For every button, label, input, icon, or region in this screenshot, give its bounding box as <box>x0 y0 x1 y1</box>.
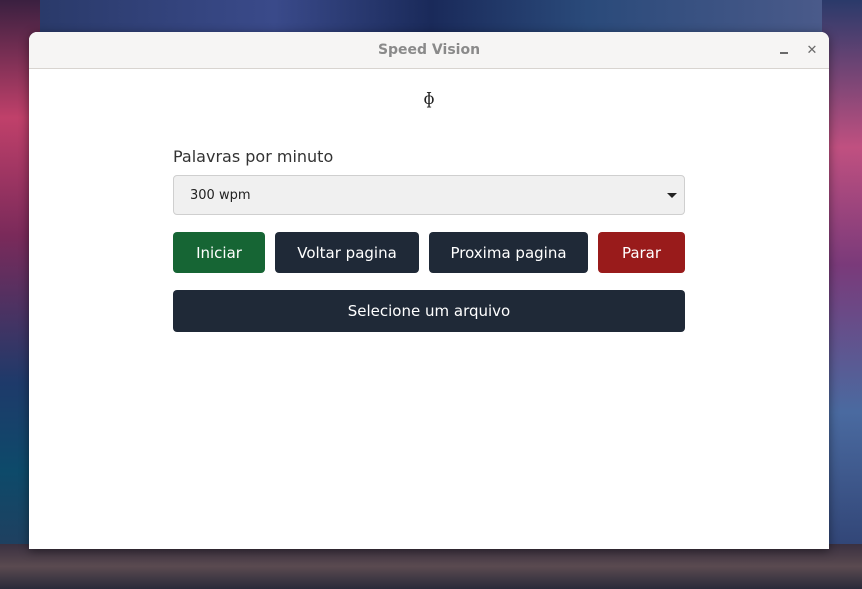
caret-down-icon <box>667 193 677 198</box>
title-bar[interactable]: Speed Vision ✕ <box>29 32 829 69</box>
start-button[interactable]: Iniciar <box>173 232 265 273</box>
app-window: Speed Vision ✕ ɸ Palavras por minuto 300… <box>29 32 829 549</box>
reader-form: Palavras por minuto 300 wpm Iniciar Volt… <box>173 147 685 332</box>
next-page-button[interactable]: Proxima pagina <box>429 232 588 273</box>
previous-page-button[interactable]: Voltar pagina <box>275 232 419 273</box>
app-logo: ɸ <box>423 89 435 108</box>
minimize-icon <box>780 52 788 54</box>
window-controls: ✕ <box>777 32 819 68</box>
wallpaper-bottom <box>0 544 862 589</box>
main-content: ɸ Palavras por minuto 300 wpm Iniciar Vo… <box>29 69 829 549</box>
select-file-button[interactable]: Selecione um arquivo <box>173 290 685 332</box>
speed-select[interactable]: 300 wpm <box>173 175 685 215</box>
desktop-background: Speed Vision ✕ ɸ Palavras por minuto 300… <box>0 0 862 589</box>
minimize-button[interactable] <box>777 43 791 57</box>
window-title: Speed Vision <box>377 42 481 58</box>
close-button[interactable]: ✕ <box>805 42 819 58</box>
speed-label: Palavras por minuto <box>173 147 334 166</box>
control-buttons: Iniciar Voltar pagina Proxima pagina Par… <box>173 232 685 273</box>
speed-select-value: 300 wpm <box>190 187 251 203</box>
close-icon: ✕ <box>806 42 818 58</box>
stop-button[interactable]: Parar <box>598 232 685 273</box>
